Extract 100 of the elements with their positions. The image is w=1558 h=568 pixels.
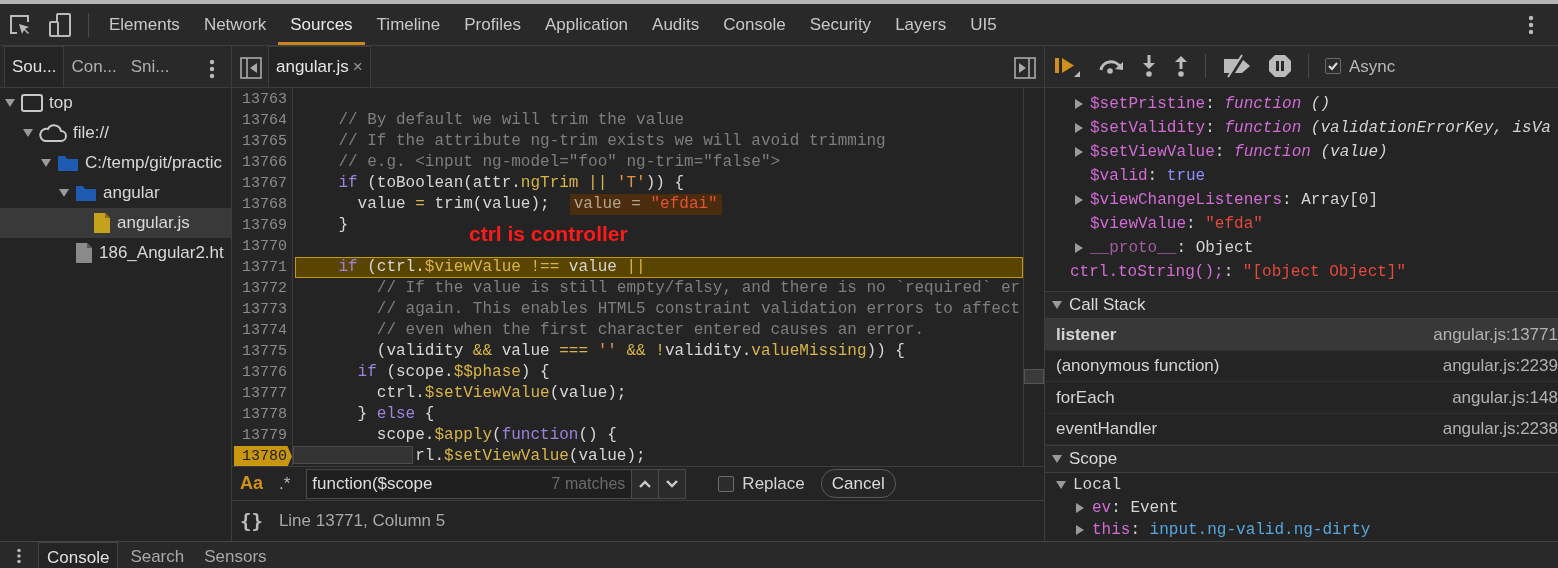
inspect-icon[interactable] — [8, 12, 32, 37]
expand-arrow-icon[interactable] — [1055, 479, 1067, 491]
chevron-down-icon[interactable] — [665, 478, 680, 489]
search-field[interactable]: function($scope — [307, 469, 552, 498]
line-number[interactable]: 13770 — [232, 236, 292, 257]
expand-arrow-icon[interactable] — [1073, 97, 1085, 110]
expand-arrow-icon[interactable] — [4, 97, 16, 109]
tree-item[interactable]: angular — [0, 178, 231, 208]
panel-tab[interactable]: Network — [191, 4, 279, 45]
line-number[interactable]: 13776 — [232, 362, 292, 383]
chevron-up-icon[interactable] — [638, 478, 653, 489]
match-case-button[interactable]: Aa — [240, 470, 263, 497]
expand-arrow-icon[interactable] — [1074, 502, 1086, 514]
line-number[interactable]: 13769 — [232, 215, 292, 236]
source-location[interactable]: angular.js:2238 — [1442, 416, 1558, 442]
panel-tab[interactable]: UI5 — [958, 4, 1009, 45]
tree-item[interactable]: C:/temp/git/practic — [0, 148, 231, 178]
deactivate-breakpoints-icon[interactable] — [1222, 54, 1252, 79]
variable-entry[interactable]: ev: Event — [1092, 497, 1179, 519]
search-box[interactable]: function($scope 7 matches — [306, 468, 687, 499]
property-entry[interactable]: $viewChangeListeners: Array[0] — [1090, 187, 1379, 212]
expand-arrow-icon[interactable] — [1073, 121, 1085, 134]
panel-tab[interactable]: Security — [797, 4, 884, 45]
expand-arrow-icon[interactable] — [1051, 299, 1063, 311]
pause-icon[interactable] — [1268, 54, 1292, 79]
async-checkbox[interactable] — [1325, 58, 1341, 75]
source-location[interactable]: angular.js:148 — [1452, 384, 1558, 410]
expand-arrow-icon[interactable] — [22, 127, 34, 139]
expand-arrow-icon[interactable] — [1074, 524, 1086, 536]
match-count: 7 matches — [551, 473, 627, 494]
more-menu-icon[interactable] — [1528, 14, 1534, 35]
property-entry[interactable]: __proto__: Object — [1090, 235, 1254, 260]
panel-tab[interactable]: Sources — [278, 4, 365, 45]
expand-arrow-icon[interactable] — [1073, 241, 1085, 254]
line-number[interactable]: 13765 — [232, 131, 292, 152]
line-number[interactable]: 13763 — [232, 89, 292, 110]
source-location[interactable]: angular.js:13771 — [1433, 321, 1558, 347]
call-frame[interactable]: (anonymous function) angular.js:2239 — [1045, 350, 1558, 382]
expand-arrow-icon[interactable] — [58, 187, 70, 199]
line-number[interactable]: 13766 — [232, 152, 292, 173]
step-out-icon[interactable] — [1173, 54, 1189, 79]
property-entry[interactable]: $viewValue: "efda" — [1090, 211, 1263, 236]
line-number[interactable]: 13773 — [232, 299, 292, 320]
scrollbar-thumb[interactable] — [1024, 369, 1044, 384]
more-menu-icon[interactable] — [209, 59, 215, 79]
line-number[interactable]: 13764 — [232, 110, 292, 131]
expand-arrow-icon[interactable] — [1073, 145, 1085, 158]
tree-item[interactable]: angular.js — [0, 208, 231, 238]
line-number[interactable]: 13774 — [232, 320, 292, 341]
close-button[interactable]: × — [352, 54, 363, 80]
line-number[interactable]: 13768 — [232, 194, 292, 215]
variable-entry[interactable]: this: input.ng-valid.ng-dirty — [1092, 519, 1371, 541]
expand-arrow-icon[interactable] — [1073, 193, 1085, 206]
line-number[interactable]: 13778 — [232, 404, 292, 425]
expand-arrow-icon[interactable] — [1051, 453, 1063, 465]
property-entry[interactable]: ctrl.toString();: "[object Object]" — [1070, 259, 1407, 284]
panel-tab[interactable]: Profiles — [452, 4, 533, 45]
line-number[interactable]: 13780 — [234, 446, 292, 466]
replace-checkbox[interactable] — [718, 475, 735, 492]
code-line: // By default we will trim the value — [338, 110, 685, 131]
resume-icon[interactable] — [1053, 55, 1081, 78]
drawer-tab[interactable]: Console — [38, 542, 119, 568]
property-entry[interactable]: $setValidity: function (validationErrorKey, isVa — [1090, 115, 1551, 140]
panel-tab[interactable]: Timeline — [364, 4, 453, 45]
tree-item[interactable]: 186_Angular2.ht — [0, 238, 231, 268]
line-number[interactable]: 13772 — [232, 278, 292, 299]
property-entry[interactable]: $valid: true — [1090, 163, 1206, 188]
line-number[interactable]: 13775 — [232, 341, 292, 362]
panel-tab[interactable]: Elements — [97, 4, 192, 45]
line-number[interactable]: 13771 — [232, 257, 292, 278]
panel-tab[interactable]: Application — [532, 4, 641, 45]
line-number[interactable]: 13779 — [232, 425, 292, 446]
sidebar-toggle-icon[interactable] — [240, 57, 262, 79]
tree-item[interactable]: file:// — [0, 118, 231, 148]
drawer-tab[interactable]: Search — [122, 542, 193, 568]
device-toolbar-icon[interactable] — [48, 11, 72, 38]
pretty-print-button[interactable]: {} — [240, 506, 263, 536]
navigator-tab[interactable]: Sou... — [4, 46, 65, 87]
panel-tab[interactable]: Layers — [883, 4, 959, 45]
more-menu-icon[interactable] — [16, 548, 22, 564]
property-entry[interactable]: $setViewValue: function (value) — [1090, 139, 1388, 164]
tree-item[interactable]: top — [0, 88, 231, 118]
file-tab[interactable]: angular.js × — [268, 46, 371, 87]
source-location[interactable]: angular.js:2239 — [1442, 353, 1558, 379]
line-number[interactable]: 13767 — [232, 173, 292, 194]
call-frame[interactable]: listener angular.js:13771 — [1045, 319, 1558, 351]
function-name: (anonymous function) — [1056, 355, 1220, 377]
property-entry[interactable]: $setPristine: function () — [1090, 91, 1331, 116]
panel-tab[interactable]: Audits — [640, 4, 712, 45]
cancel-button[interactable]: Cancel — [820, 468, 896, 499]
panel-tab[interactable]: Console — [711, 4, 798, 45]
call-frame[interactable]: forEach angular.js:148 — [1045, 382, 1558, 414]
sidebar-toggle-icon[interactable] — [1014, 57, 1036, 79]
regex-button[interactable]: .* — [279, 470, 291, 497]
drawer-tab[interactable]: Sensors — [196, 542, 275, 568]
line-number[interactable]: 13777 — [232, 383, 292, 404]
expand-arrow-icon[interactable] — [40, 157, 52, 169]
step-into-icon[interactable] — [1141, 54, 1157, 79]
navigator-tab[interactable]: Con... — [64, 46, 124, 87]
navigator-tab[interactable]: Sni... — [123, 46, 177, 87]
